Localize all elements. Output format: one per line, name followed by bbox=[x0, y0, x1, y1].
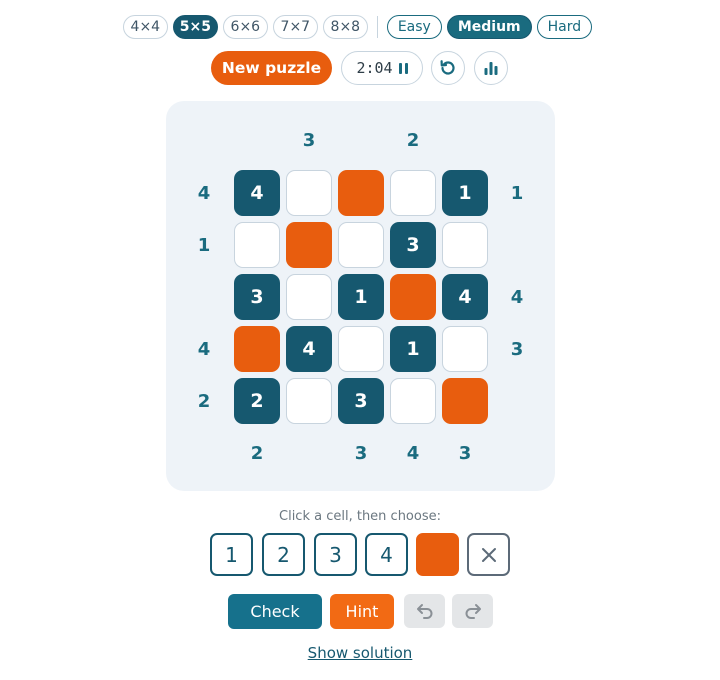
check-button[interactable]: Check bbox=[228, 594, 322, 629]
stats-button[interactable] bbox=[474, 51, 508, 85]
size-5x5-button[interactable]: 5×5 bbox=[172, 15, 218, 39]
show-solution-link[interactable]: Show solution bbox=[0, 644, 720, 662]
grid-cell-number[interactable]: 3 bbox=[390, 222, 436, 268]
left-clue: 4 bbox=[197, 338, 211, 360]
grid-cell-blocked[interactable] bbox=[390, 274, 436, 320]
grid-cell-empty[interactable] bbox=[390, 378, 436, 424]
difficulty-easy-button[interactable]: Easy bbox=[386, 15, 442, 39]
grid-cell-number[interactable]: 4 bbox=[234, 170, 280, 216]
grid-cell-empty[interactable] bbox=[286, 274, 332, 320]
palette-2-button[interactable]: 2 bbox=[262, 533, 305, 576]
grid-cell-empty[interactable] bbox=[338, 326, 384, 372]
size-6x6-button[interactable]: 6×6 bbox=[222, 15, 268, 39]
hint-button[interactable]: Hint bbox=[330, 594, 394, 629]
palette-1-button[interactable]: 1 bbox=[210, 533, 253, 576]
left-clue: 1 bbox=[197, 234, 211, 256]
difficulty-medium-button[interactable]: Medium bbox=[446, 15, 532, 39]
new-puzzle-button[interactable]: New puzzle bbox=[211, 51, 332, 85]
redo-icon bbox=[465, 604, 481, 619]
close-icon bbox=[481, 547, 496, 562]
redo-button[interactable] bbox=[452, 594, 493, 628]
grid-cell-empty[interactable] bbox=[234, 222, 280, 268]
timer-pause-button[interactable]: 2:04 bbox=[341, 51, 423, 85]
bottom-clue: 3 bbox=[354, 442, 368, 464]
grid-cell-number[interactable]: 1 bbox=[338, 274, 384, 320]
undo-icon bbox=[416, 604, 432, 619]
size-8x8-button[interactable]: 8×8 bbox=[322, 15, 368, 39]
bottom-clue: 3 bbox=[458, 442, 472, 464]
grid-cell-empty[interactable] bbox=[442, 326, 488, 372]
top-selector-bar: 4×4 5×5 6×6 7×7 8×8 Easy Medium Hard bbox=[0, 14, 720, 40]
left-clue: 4 bbox=[197, 182, 211, 204]
grid-cell-empty[interactable] bbox=[390, 170, 436, 216]
palette-4-button[interactable]: 4 bbox=[365, 533, 408, 576]
grid-cell-number[interactable]: 4 bbox=[286, 326, 332, 372]
grid-cell-blocked[interactable] bbox=[338, 170, 384, 216]
restart-icon bbox=[440, 60, 455, 75]
undo-button[interactable] bbox=[404, 594, 445, 628]
grid-cell-blocked[interactable] bbox=[234, 326, 280, 372]
grid-cell-number[interactable]: 4 bbox=[442, 274, 488, 320]
grid-cell-blocked[interactable] bbox=[442, 378, 488, 424]
divider bbox=[376, 16, 378, 38]
top-clue: 3 bbox=[302, 129, 316, 151]
puzzle-board: 24131342443324133144123 bbox=[166, 101, 555, 491]
palette-block-button[interactable] bbox=[416, 533, 459, 576]
right-clue: 1 bbox=[510, 182, 524, 204]
instruction-text: Click a cell, then choose: bbox=[279, 509, 441, 524]
size-4x4-button[interactable]: 4×4 bbox=[122, 15, 168, 39]
grid-cell-number[interactable]: 2 bbox=[234, 378, 280, 424]
palette-3-button[interactable]: 3 bbox=[314, 533, 357, 576]
value-palette: 1 2 3 4 bbox=[0, 533, 720, 577]
pause-icon bbox=[398, 62, 408, 74]
palette-clear-button[interactable] bbox=[467, 533, 510, 576]
controls-row: New puzzle 2:04 bbox=[0, 51, 720, 85]
difficulty-hard-button[interactable]: Hard bbox=[536, 15, 593, 39]
grid-cell-empty[interactable] bbox=[286, 378, 332, 424]
timer-value: 2:04 bbox=[356, 59, 393, 77]
top-clue: 2 bbox=[406, 129, 420, 151]
bar-chart-icon bbox=[484, 62, 498, 75]
right-clue: 3 bbox=[510, 338, 524, 360]
bottom-clue: 2 bbox=[250, 442, 264, 464]
left-clue: 2 bbox=[197, 390, 211, 412]
grid-cell-number[interactable]: 1 bbox=[442, 170, 488, 216]
action-row: Check Hint bbox=[0, 594, 720, 629]
size-7x7-button[interactable]: 7×7 bbox=[272, 15, 318, 39]
grid-cell-number[interactable]: 3 bbox=[338, 378, 384, 424]
grid-cell-number[interactable]: 3 bbox=[234, 274, 280, 320]
grid-cell-empty[interactable] bbox=[338, 222, 384, 268]
restart-button[interactable] bbox=[431, 51, 465, 85]
bottom-clue: 4 bbox=[406, 442, 420, 464]
right-clue: 4 bbox=[510, 286, 524, 308]
grid-cell-empty[interactable] bbox=[286, 170, 332, 216]
grid-cell-number[interactable]: 1 bbox=[390, 326, 436, 372]
grid-cell-blocked[interactable] bbox=[286, 222, 332, 268]
grid-cell-empty[interactable] bbox=[442, 222, 488, 268]
